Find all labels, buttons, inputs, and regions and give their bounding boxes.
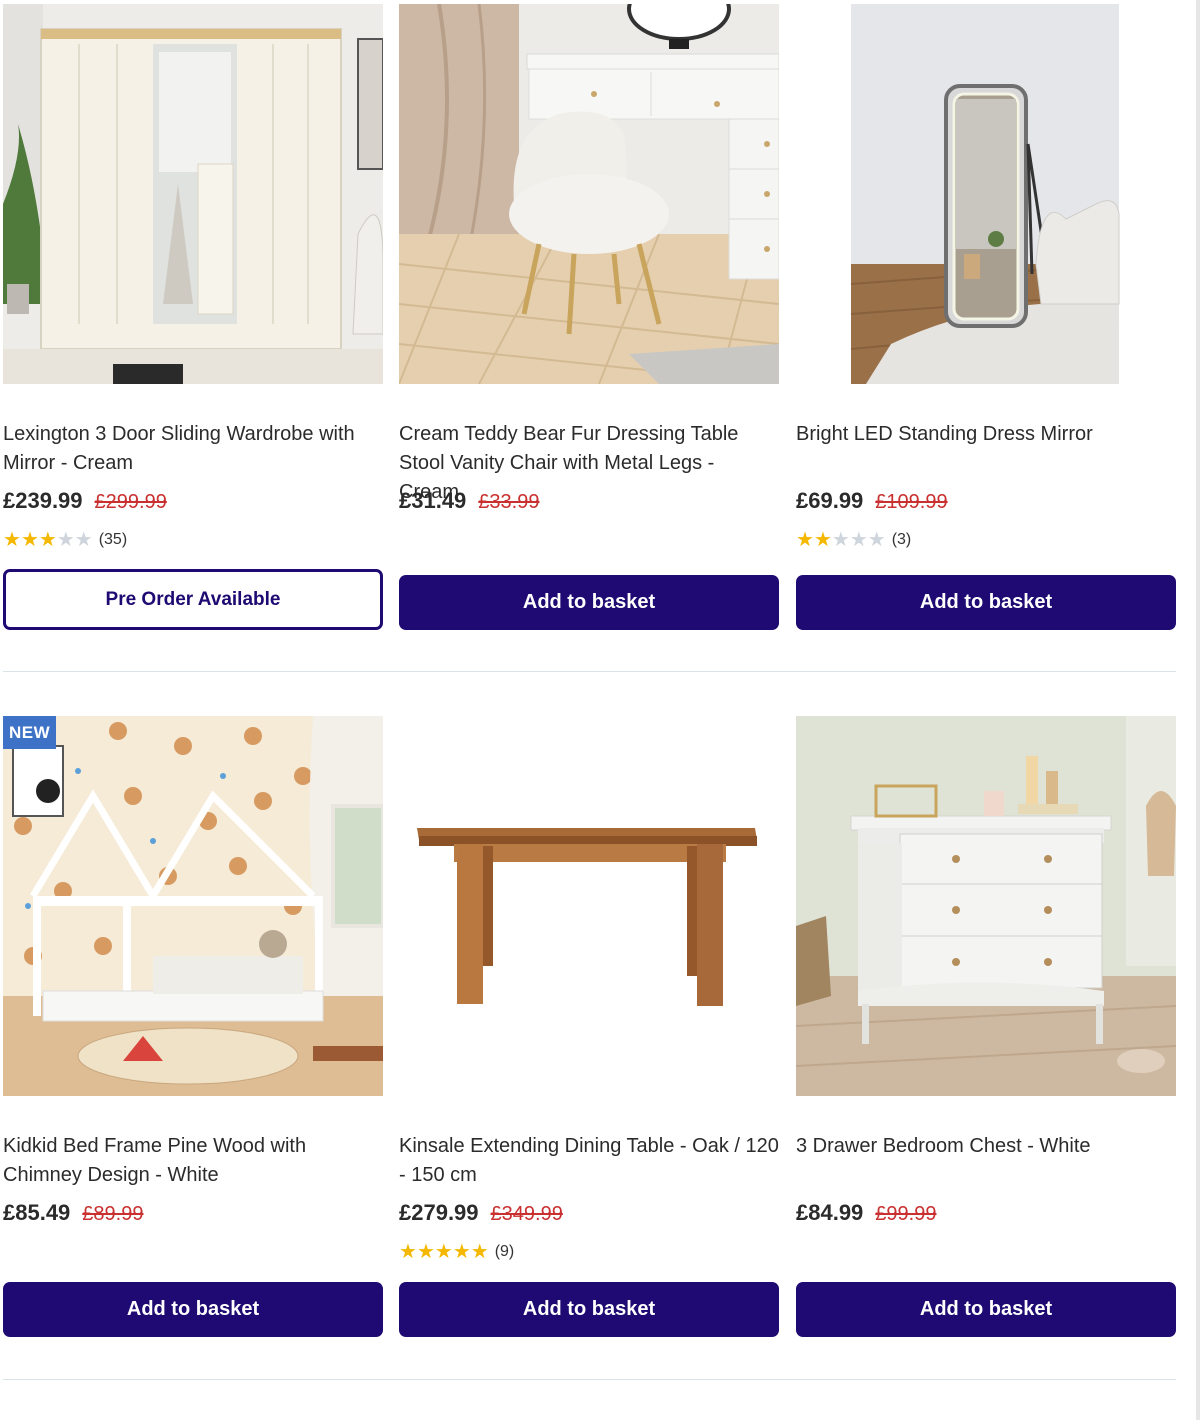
price-block: £31.49 £33.99 [399,488,539,514]
new-badge: NEW [3,716,57,749]
product-card: NEW Kidkid Bed Frame Pine Wood with Chim… [3,712,383,1412]
stool-image[interactable] [399,4,779,384]
review-count: (35) [98,531,128,548]
was-price: £33.99 [478,491,540,513]
star-empty-icon: ★ [867,528,886,551]
row-divider [3,671,1176,672]
star-empty-icon: ★ [831,528,850,551]
product-row-1: Lexington 3 Door Sliding Wardrobe with M… [0,0,1200,712]
was-price: £349.99 [490,1203,563,1225]
star-rating[interactable]: ★★★★★ (9) [399,1240,514,1264]
star-empty-icon: ★ [56,528,75,551]
price-block: £69.99 £109.99 [796,488,948,514]
row-divider [3,1379,1176,1380]
stars: ★★★★★ [399,1242,489,1263]
pre-order-button[interactable]: Pre Order Available [3,569,383,630]
product-card: 3 Drawer Bedroom Chest - White £84.99 £99… [796,712,1176,1412]
was-price: £299.99 [94,491,167,513]
add-to-basket-button[interactable]: Add to basket [796,575,1176,630]
was-price: £89.99 [82,1203,144,1225]
review-count: (9) [494,1243,515,1260]
was-price: £109.99 [875,491,948,513]
star-filled-icon: ★ [470,1240,489,1263]
star-filled-icon: ★ [20,528,39,551]
current-price: £84.99 [796,1200,864,1225]
product-title[interactable]: Lexington 3 Door Sliding Wardrobe with M… [3,420,383,478]
add-to-basket-button[interactable]: Add to basket [3,1282,383,1337]
star-rating[interactable]: ★★★★★ (3) [796,528,911,552]
current-price: £279.99 [399,1200,479,1225]
add-to-basket-button[interactable]: Add to basket [399,575,779,630]
product-row-2: NEW Kidkid Bed Frame Pine Wood with Chim… [0,712,1200,1420]
product-card: Bright LED Standing Dress Mirror £69.99 £… [796,0,1176,700]
price-block: £279.99 £349.99 [399,1200,563,1226]
dining-table-image[interactable] [399,716,779,1096]
current-price: £239.99 [3,488,83,513]
was-price: £99.99 [875,1203,937,1225]
star-filled-icon: ★ [434,1240,453,1263]
current-price: £85.49 [3,1200,71,1225]
price-block: £239.99 £299.99 [3,488,167,514]
star-rating[interactable]: ★★★★★ (35) [3,528,127,552]
product-title[interactable]: Kinsale Extending Dining Table - Oak / 1… [399,1132,779,1190]
bed-frame-image[interactable]: NEW [3,716,383,1096]
add-to-basket-button[interactable]: Add to basket [796,1282,1176,1337]
current-price: £69.99 [796,488,864,513]
product-title[interactable]: Bright LED Standing Dress Mirror [796,420,1176,449]
product-card: Cream Teddy Bear Fur Dressing Table Stoo… [399,0,779,700]
stars: ★★★★★ [3,530,93,551]
product-card: Kinsale Extending Dining Table - Oak / 1… [399,712,779,1412]
star-filled-icon: ★ [399,1240,417,1263]
review-count: (3) [891,531,912,548]
current-price: £31.49 [399,488,467,513]
add-to-basket-button[interactable]: Add to basket [399,1282,779,1337]
price-block: £85.49 £89.99 [3,1200,143,1226]
star-filled-icon: ★ [416,1240,435,1263]
price-block: £84.99 £99.99 [796,1200,936,1226]
star-empty-icon: ★ [849,528,868,551]
star-filled-icon: ★ [452,1240,471,1263]
stars: ★★★★★ [796,530,886,551]
product-title[interactable]: Kidkid Bed Frame Pine Wood with Chimney … [3,1132,383,1190]
star-filled-icon: ★ [796,528,814,551]
mirror-image[interactable] [796,4,1176,384]
star-filled-icon: ★ [3,528,21,551]
star-filled-icon: ★ [813,528,832,551]
star-empty-icon: ★ [74,528,93,551]
product-title[interactable]: 3 Drawer Bedroom Chest - White [796,1132,1176,1161]
chest-of-drawers-image[interactable] [796,716,1176,1096]
product-card: Lexington 3 Door Sliding Wardrobe with M… [3,0,383,700]
star-filled-icon: ★ [38,528,57,551]
wardrobe-image[interactable] [3,4,383,384]
